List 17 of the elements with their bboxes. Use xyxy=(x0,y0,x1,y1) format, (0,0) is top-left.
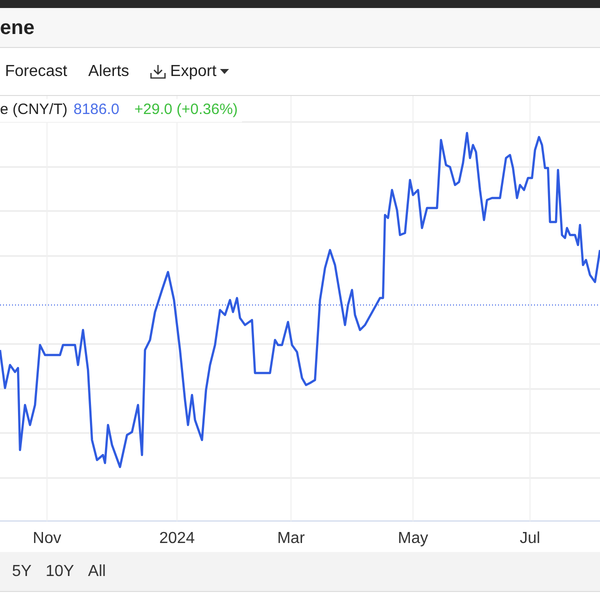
toolbar-button[interactable]: Alerts xyxy=(88,60,130,84)
toolbar-button[interactable]: Forecast xyxy=(5,60,68,84)
export-button[interactable]: Export xyxy=(150,60,230,84)
range-button[interactable]: 5Y xyxy=(6,556,38,586)
axis-label: 2024 xyxy=(159,530,195,547)
price-change: +29.0 (+0.36%) xyxy=(134,100,238,120)
axis-label: May xyxy=(398,530,428,547)
caret-icon xyxy=(220,69,230,74)
series-label: e (CNY/T) xyxy=(0,100,68,120)
price-value: 8186.0 xyxy=(74,100,120,120)
page-title: ene xyxy=(0,16,34,40)
range-button[interactable]: 10Y xyxy=(40,556,80,586)
axis-label: Nov xyxy=(32,530,62,547)
axis-label: Mar xyxy=(277,530,305,547)
download-icon xyxy=(150,64,166,79)
axis-label: Jul xyxy=(520,530,540,547)
range-button[interactable]: All xyxy=(82,556,112,586)
